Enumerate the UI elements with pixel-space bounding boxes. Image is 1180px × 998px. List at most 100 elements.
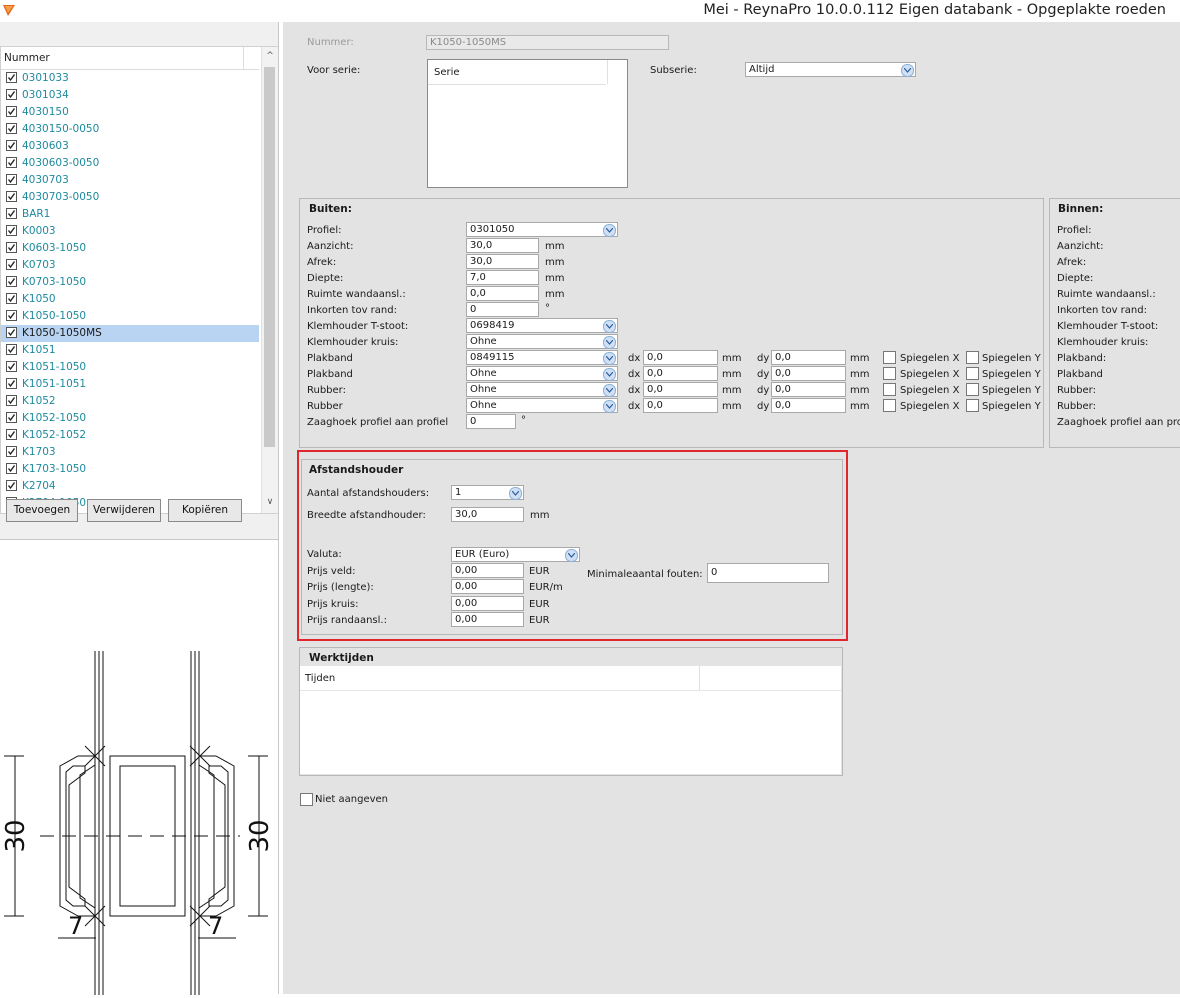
klemhouder-kruis-select[interactable]: Ohne xyxy=(466,334,618,349)
afrek-field[interactable]: 30,0 xyxy=(466,254,539,269)
werktijden-header[interactable]: Tijden xyxy=(300,666,841,691)
row-select[interactable]: Ohne xyxy=(466,398,618,413)
list-item[interactable]: K1051-1051 xyxy=(1,376,259,393)
werktijden-table[interactable]: Tijden xyxy=(300,666,841,774)
scroll-up-icon[interactable]: ^ xyxy=(262,51,278,63)
spiegelen-x-checkbox[interactable] xyxy=(883,351,896,364)
inkorten-field[interactable]: 0 xyxy=(466,302,539,317)
list-header[interactable]: Nummer xyxy=(1,47,259,70)
checkbox-checked-icon[interactable] xyxy=(6,89,17,100)
list-item[interactable]: 0301034 xyxy=(1,87,259,104)
copy-button[interactable]: Kopiëren xyxy=(168,499,242,522)
checkbox-checked-icon[interactable] xyxy=(6,106,17,117)
row-select[interactable]: 0849115 xyxy=(466,350,618,365)
klemhouder-t-select[interactable]: 0698419 xyxy=(466,318,618,333)
chevron-down-icon[interactable] xyxy=(603,352,616,365)
checkbox-checked-icon[interactable] xyxy=(6,140,17,151)
column-divider[interactable] xyxy=(607,60,608,84)
checkbox-checked-icon[interactable] xyxy=(6,293,17,304)
add-button[interactable]: Toevoegen xyxy=(6,499,78,522)
subserie-select[interactable]: Altijd xyxy=(745,62,916,77)
list-item[interactable]: K1050-1050MS xyxy=(1,325,259,342)
list-item[interactable]: 4030703-0050 xyxy=(1,189,259,206)
ruimte-field[interactable]: 0,0 xyxy=(466,286,539,301)
dx-field[interactable]: 0,0 xyxy=(643,350,718,365)
delete-button[interactable]: Verwijderen xyxy=(87,499,161,522)
spiegelen-y-checkbox[interactable] xyxy=(966,367,979,380)
zaaghoek-field[interactable]: 0 xyxy=(466,414,516,429)
nummer-field[interactable]: K1050-1050MS xyxy=(426,35,669,50)
number-list[interactable]: Nummer 0301033 0301034 4030150 4030150-0050… xyxy=(0,46,278,514)
serie-list[interactable]: Serie xyxy=(427,59,628,188)
row-select[interactable]: Ohne xyxy=(466,382,618,397)
niet-aangeven-checkbox[interactable] xyxy=(300,793,313,806)
chevron-down-icon[interactable] xyxy=(901,64,914,77)
list-item[interactable]: 4030603-0050 xyxy=(1,155,259,172)
scroll-down-icon[interactable]: ∨ xyxy=(262,497,278,509)
spiegelen-y-checkbox[interactable] xyxy=(966,351,979,364)
scroll-thumb[interactable] xyxy=(264,67,275,447)
checkbox-checked-icon[interactable] xyxy=(6,259,17,270)
dx-field[interactable]: 0,0 xyxy=(643,382,718,397)
chevron-down-icon[interactable] xyxy=(603,224,616,237)
checkbox-checked-icon[interactable] xyxy=(6,361,17,372)
chevron-down-icon[interactable] xyxy=(603,368,616,381)
checkbox-checked-icon[interactable] xyxy=(6,429,17,440)
dx-field[interactable]: 0,0 xyxy=(643,398,718,413)
checkbox-checked-icon[interactable] xyxy=(6,480,17,491)
checkbox-checked-icon[interactable] xyxy=(6,395,17,406)
column-divider[interactable] xyxy=(699,666,700,690)
diepte-field[interactable]: 7,0 xyxy=(466,270,539,285)
checkbox-checked-icon[interactable] xyxy=(6,327,17,338)
list-item[interactable]: BAR1 xyxy=(1,206,259,223)
chevron-down-icon[interactable] xyxy=(603,400,616,413)
checkbox-checked-icon[interactable] xyxy=(6,310,17,321)
profiel-select[interactable]: 0301050 xyxy=(466,222,618,237)
checkbox-checked-icon[interactable] xyxy=(6,123,17,134)
dy-field[interactable]: 0,0 xyxy=(771,366,846,381)
column-divider[interactable] xyxy=(243,47,244,69)
checkbox-checked-icon[interactable] xyxy=(6,174,17,185)
chevron-down-icon[interactable] xyxy=(603,336,616,349)
list-item[interactable]: K1703-1050 xyxy=(1,461,259,478)
dy-field[interactable]: 0,0 xyxy=(771,398,846,413)
row-select[interactable]: Ohne xyxy=(466,366,618,381)
list-item[interactable]: 4030150 xyxy=(1,104,259,121)
list-item[interactable]: K0603-1050 xyxy=(1,240,259,257)
chevron-down-icon[interactable] xyxy=(603,384,616,397)
chevron-down-icon[interactable] xyxy=(603,320,616,333)
list-item[interactable]: K0703-1050 xyxy=(1,274,259,291)
list-item[interactable]: K0703 xyxy=(1,257,259,274)
dy-field[interactable]: 0,0 xyxy=(771,350,846,365)
checkbox-checked-icon[interactable] xyxy=(6,446,17,457)
spiegelen-y-checkbox[interactable] xyxy=(966,383,979,396)
list-item[interactable]: K1050-1050 xyxy=(1,308,259,325)
list-item[interactable]: K1051-1050 xyxy=(1,359,259,376)
checkbox-checked-icon[interactable] xyxy=(6,242,17,253)
checkbox-checked-icon[interactable] xyxy=(6,412,17,423)
spiegelen-x-checkbox[interactable] xyxy=(883,383,896,396)
checkbox-checked-icon[interactable] xyxy=(6,378,17,389)
spiegelen-y-checkbox[interactable] xyxy=(966,399,979,412)
dy-field[interactable]: 0,0 xyxy=(771,382,846,397)
list-item[interactable]: K2704 xyxy=(1,478,259,495)
list-item[interactable]: K0003 xyxy=(1,223,259,240)
list-scrollbar[interactable]: ^ ∨ xyxy=(261,47,278,513)
dx-field[interactable]: 0,0 xyxy=(643,366,718,381)
list-item[interactable]: 4030703 xyxy=(1,172,259,189)
list-item[interactable]: K1703 xyxy=(1,444,259,461)
spiegelen-x-checkbox[interactable] xyxy=(883,399,896,412)
checkbox-checked-icon[interactable] xyxy=(6,191,17,202)
list-item[interactable]: K1051 xyxy=(1,342,259,359)
spiegelen-x-checkbox[interactable] xyxy=(883,367,896,380)
checkbox-checked-icon[interactable] xyxy=(6,225,17,236)
checkbox-checked-icon[interactable] xyxy=(6,276,17,287)
list-item[interactable]: K1052-1052 xyxy=(1,427,259,444)
list-item[interactable]: 4030603 xyxy=(1,138,259,155)
list-item[interactable]: K1052 xyxy=(1,393,259,410)
aanzicht-field[interactable]: 30,0 xyxy=(466,238,539,253)
list-item[interactable]: K1052-1050 xyxy=(1,410,259,427)
checkbox-checked-icon[interactable] xyxy=(6,463,17,474)
checkbox-checked-icon[interactable] xyxy=(6,72,17,83)
list-item[interactable]: 0301033 xyxy=(1,71,259,87)
